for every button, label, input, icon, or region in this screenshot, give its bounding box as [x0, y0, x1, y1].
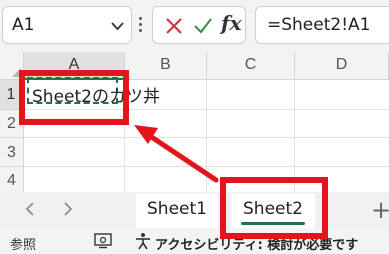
annotation-arrow — [134, 125, 219, 183]
excel-window: A1 fx =Sheet2!A1 A B C D 1 2 3 4 Sheet2の… — [0, 0, 389, 254]
